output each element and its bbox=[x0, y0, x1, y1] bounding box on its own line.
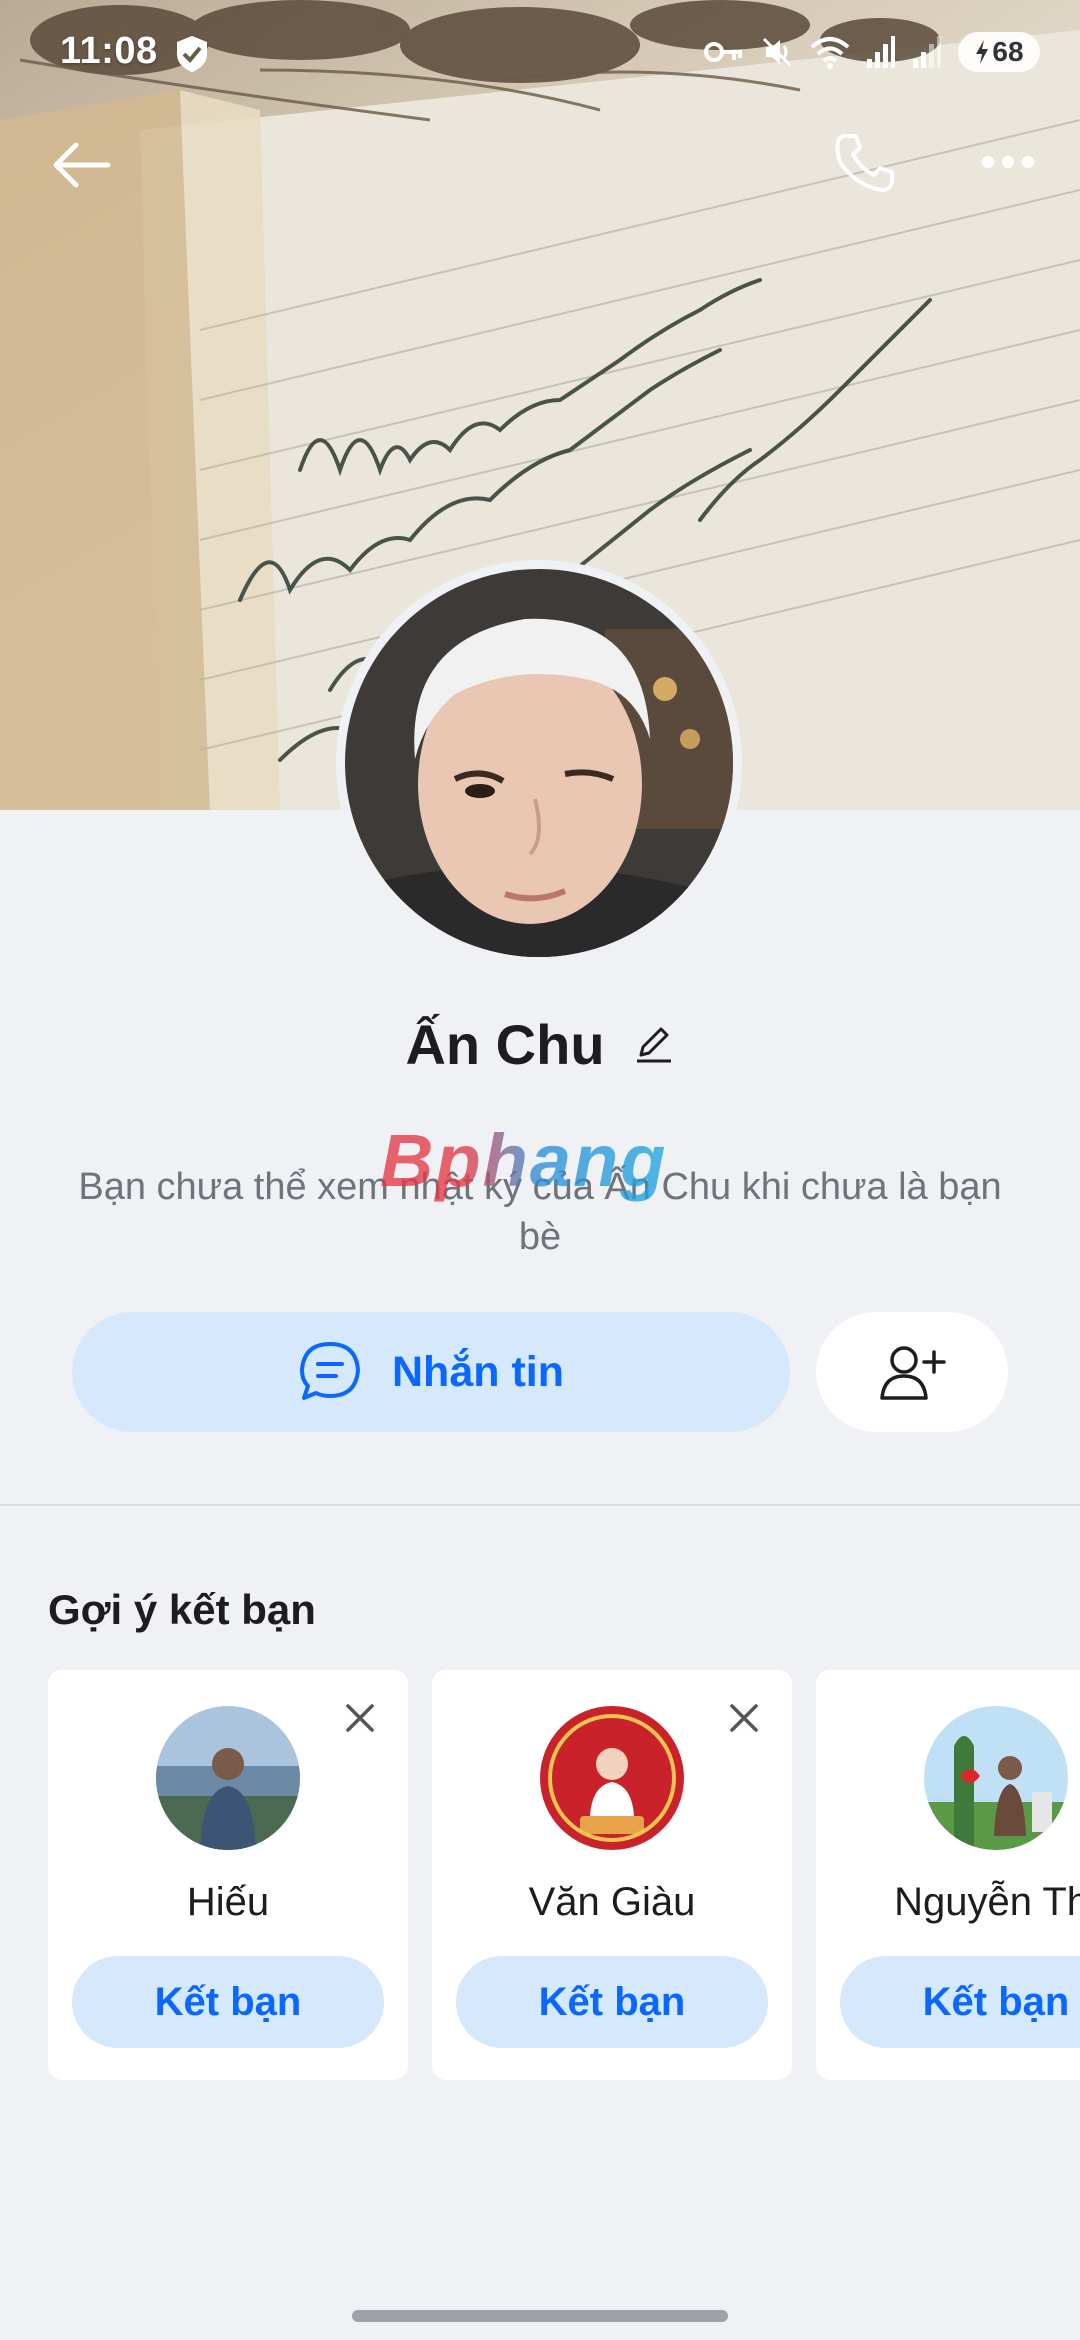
dismiss-icon[interactable] bbox=[342, 1700, 378, 1736]
suggestion-avatar[interactable] bbox=[156, 1706, 300, 1850]
phone-icon[interactable] bbox=[832, 130, 898, 196]
add-friend-icon bbox=[880, 1346, 946, 1400]
add-friend-button[interactable] bbox=[816, 1312, 1008, 1432]
status-time: 11:08 bbox=[60, 30, 158, 72]
suggestion-avatar[interactable] bbox=[924, 1706, 1068, 1850]
key-icon bbox=[704, 42, 742, 62]
profile-avatar[interactable] bbox=[336, 560, 742, 966]
add-friend-suggestion-button[interactable]: Kết bạn bbox=[840, 1956, 1080, 2048]
suggestion-name: Nguyễn Thi bbox=[894, 1880, 1080, 1924]
battery-level: 68 bbox=[992, 36, 1024, 67]
message-button[interactable]: Nhắn tin bbox=[72, 1312, 790, 1432]
status-bar: 11:08 68 bbox=[0, 0, 1080, 110]
chat-bubble-icon bbox=[300, 1342, 360, 1400]
suggestion-card[interactable]: Văn Giàu Kết bạn bbox=[432, 1670, 792, 2080]
section-divider bbox=[0, 1504, 1080, 1506]
signal-icon bbox=[913, 36, 941, 68]
signal-icon bbox=[867, 36, 895, 68]
home-indicator[interactable] bbox=[352, 2310, 728, 2322]
dismiss-icon[interactable] bbox=[726, 1700, 762, 1736]
suggestion-avatar[interactable] bbox=[540, 1706, 684, 1850]
suggestions-carousel[interactable]: Hiếu Kết bạn Văn Giàu Kết bạn Nguyễn Thi… bbox=[48, 1670, 1080, 2080]
shield-icon bbox=[177, 36, 207, 72]
suggestion-card[interactable]: Hiếu Kết bạn bbox=[48, 1670, 408, 2080]
edit-pencil-icon[interactable] bbox=[631, 1023, 675, 1067]
suggestion-name: Hiếu bbox=[186, 1880, 270, 1924]
back-arrow-icon[interactable] bbox=[52, 135, 112, 195]
battery-icon: 68 bbox=[958, 32, 1040, 72]
more-icon[interactable] bbox=[978, 140, 1038, 184]
message-button-label: Nhắn tin bbox=[392, 1347, 564, 1396]
status-icons: 68 bbox=[704, 32, 1040, 72]
wifi-icon bbox=[810, 37, 850, 69]
add-friend-suggestion-button[interactable]: Kết bạn bbox=[456, 1956, 768, 2048]
avatar-image bbox=[345, 569, 733, 957]
suggestion-name: Văn Giàu bbox=[528, 1880, 696, 1924]
mute-icon bbox=[762, 37, 792, 67]
watermark-logo: Bphang bbox=[380, 1119, 668, 1202]
suggestion-card[interactable]: Nguyễn Thi Kết bạn bbox=[816, 1670, 1080, 2080]
profile-name: Ấn Chu bbox=[405, 1013, 605, 1076]
suggestions-title: Gợi ý kết bạn bbox=[48, 1586, 316, 1633]
charging-icon bbox=[976, 40, 989, 64]
add-friend-suggestion-button[interactable]: Kết bạn bbox=[72, 1956, 384, 2048]
profile-name-row: Ấn Chu bbox=[0, 1012, 1080, 1077]
